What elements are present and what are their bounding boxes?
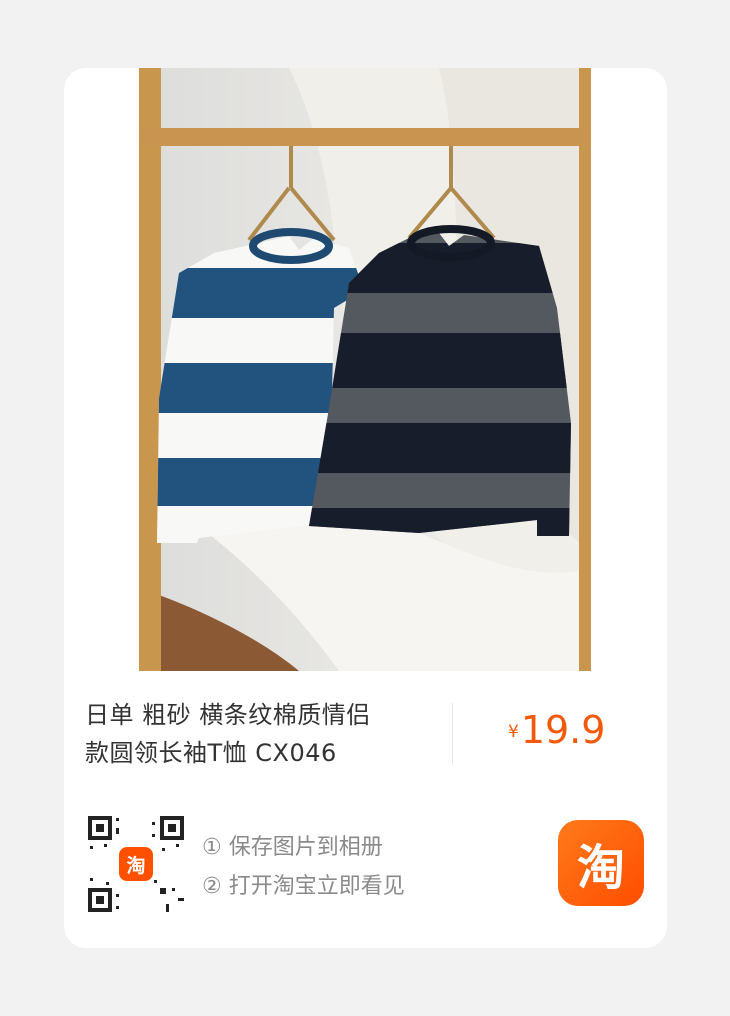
product-photo — [139, 68, 591, 671]
product-title-line2: 款圆领长袖T恤 CX046 — [85, 739, 337, 767]
price-currency-symbol: ¥ — [508, 722, 519, 742]
price-value: 19.9 — [520, 708, 606, 752]
step-open-taobao: ② 打开淘宝立即看见 — [202, 874, 405, 899]
taobao-app-icon[interactable]: 淘 — [558, 820, 644, 906]
product-title-line1: 日单 粗砂 横条纹棉质情侣 — [85, 701, 371, 729]
product-price: ¥19.9 — [508, 708, 605, 752]
step-save-image: ① 保存图片到相册 — [202, 835, 383, 860]
product-title: 日单 粗砂 横条纹棉质情侣 款圆领长袖T恤 CX046 — [85, 696, 425, 772]
product-share-card: 日单 粗砂 横条纹棉质情侣 款圆领长袖T恤 CX046 ¥19.9 淘 ① 保存… — [64, 68, 667, 948]
instructions: ① 保存图片到相册 ② 打开淘宝立即看见 — [202, 828, 405, 906]
divider — [452, 703, 453, 765]
qr-taobao-badge: 淘 — [126, 854, 146, 877]
